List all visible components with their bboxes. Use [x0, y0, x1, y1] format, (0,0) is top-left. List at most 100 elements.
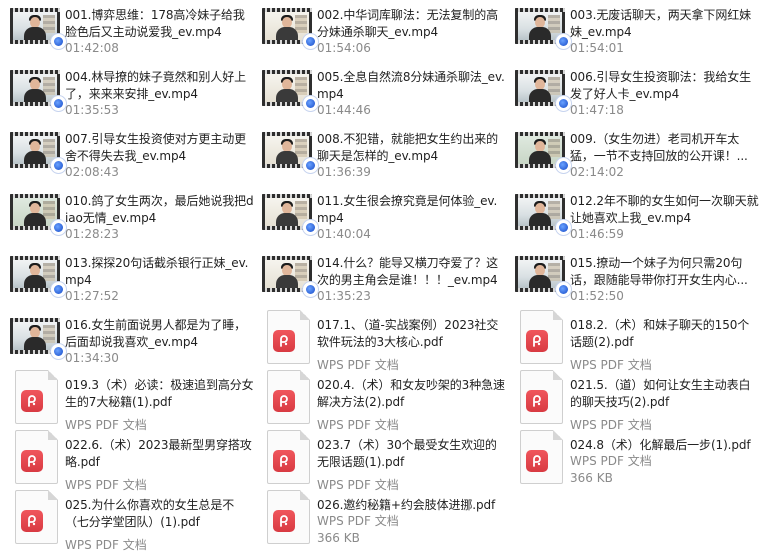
- file-item[interactable]: 010.鸽了女生两次，最后她说我把diao无情_ev.mp4 01:28:23: [3, 186, 257, 242]
- pdf-file-icon: [15, 370, 58, 424]
- file-item[interactable]: 006.引导女生投资聊法：我给女生发了好人卡_ev.mp4 01:47:18: [508, 62, 762, 118]
- play-badge-icon: [303, 96, 318, 111]
- file-item[interactable]: 023.7（术）30个最受女生欢迎的无限话题(1).pdf WPS PDF 文档: [255, 430, 509, 492]
- file-name: 024.8（术）化解最后一步(1).pdf: [570, 438, 751, 452]
- file-name: 016.女生前面说男人都是为了睡，后面却说我喜欢_ev.mp4: [65, 318, 247, 349]
- video-thumbnail: [515, 70, 571, 111]
- file-duration: 01:54:01: [570, 41, 624, 55]
- file-item[interactable]: 018.2.（术）和妹子聊天的150个话题(2).pdf WPS PDF 文档: [508, 310, 762, 372]
- play-badge-icon: [303, 34, 318, 49]
- play-badge-icon: [556, 96, 571, 111]
- video-thumbnail: [10, 318, 66, 359]
- file-item[interactable]: 021.5.（道）如何让女生主动表白的聊天技巧(2).pdf WPS PDF 文…: [508, 370, 762, 432]
- pdf-file-icon: [267, 310, 310, 364]
- file-duration: 01:35:23: [317, 289, 371, 303]
- file-item[interactable]: 024.8（术）化解最后一步(1).pdf WPS PDF 文档 366 KB: [508, 430, 762, 486]
- file-item[interactable]: 003.无废话聊天，两天拿下网红妹妹_ev.mp4 01:54:01: [508, 0, 762, 56]
- file-duration: 01:28:23: [65, 227, 119, 241]
- file-name: 010.鸽了女生两次，最后她说我把diao无情_ev.mp4: [65, 194, 254, 225]
- file-duration: 01:52:50: [570, 289, 624, 303]
- file-name: 005.全息自然流8分妹通杀聊法_ev.mp4: [317, 70, 505, 101]
- file-item[interactable]: 011.女生很会撩究竟是何体验_ev.mp4 01:40:04: [255, 186, 509, 242]
- file-type: WPS PDF 文档: [65, 538, 147, 552]
- file-name: 001.博弈思维：178高冷妹子给我脸色后又主动说爱我_ev.mp4: [65, 8, 245, 39]
- file-name: 002.中华词库聊法：无法复制的高分妹通杀聊天_ev.mp4: [317, 8, 499, 39]
- file-item[interactable]: 016.女生前面说男人都是为了睡，后面却说我喜欢_ev.mp4 01:34:30: [3, 310, 257, 366]
- file-size: 366 KB: [317, 531, 360, 545]
- play-badge-icon: [556, 158, 571, 173]
- file-name: 011.女生很会撩究竟是何体验_ev.mp4: [317, 194, 498, 225]
- file-name: 007.引导女生投资使对方更主动更舍不得失去我_ev.mp4: [65, 132, 247, 163]
- play-badge-icon: [51, 34, 66, 49]
- video-thumbnail: [262, 132, 318, 173]
- pdf-file-icon: [267, 370, 310, 424]
- file-item[interactable]: 022.6.（术）2023最新型男穿搭攻略.pdf WPS PDF 文档: [3, 430, 257, 492]
- file-name: 020.4.（术）和女友吵架的3种急速解决方法(2).pdf: [317, 378, 505, 409]
- file-duration: 01:42:08: [65, 41, 119, 55]
- play-badge-icon: [51, 282, 66, 297]
- file-name: 006.引导女生投资聊法：我给女生发了好人卡_ev.mp4: [570, 70, 752, 101]
- file-item[interactable]: 004.林导撩的妹子竟然和别人好上了，来来来安排_ev.mp4 01:35:53: [3, 62, 257, 118]
- video-thumbnail: [515, 256, 571, 297]
- file-name: 008.不犯错，就能把女生约出来的聊天是怎样的_ev.mp4: [317, 132, 499, 163]
- file-name: 014.什么？能导又横刀夺爱了？这次的男主角会是谁！！！_ev.mp4: [317, 256, 499, 287]
- video-thumbnail: [10, 194, 66, 235]
- file-item[interactable]: 015.撩动一个妹子为何只需20句话，跟随能导带你打开女生内心... 01:52…: [508, 248, 762, 304]
- file-name: 017.1、（道-实战案例）2023社交软件玩法的3大核心.pdf: [317, 318, 499, 349]
- file-name: 022.6.（术）2023最新型男穿搭攻略.pdf: [65, 438, 252, 469]
- file-name: 003.无废话聊天，两天拿下网红妹妹_ev.mp4: [570, 8, 752, 39]
- video-thumbnail: [515, 8, 571, 49]
- play-badge-icon: [51, 220, 66, 235]
- file-duration: 01:46:59: [570, 227, 624, 241]
- file-item[interactable]: 017.1、（道-实战案例）2023社交软件玩法的3大核心.pdf WPS PD…: [255, 310, 509, 372]
- file-item[interactable]: 008.不犯错，就能把女生约出来的聊天是怎样的_ev.mp4 01:36:39: [255, 124, 509, 180]
- file-grid: 001.博弈思维：178高冷妹子给我脸色后又主动说爱我_ev.mp4 01:42…: [0, 0, 782, 558]
- file-duration: 01:54:06: [317, 41, 371, 55]
- file-duration: 01:44:46: [317, 103, 371, 117]
- file-type: WPS PDF 文档: [570, 454, 652, 468]
- file-duration: 01:35:53: [65, 103, 119, 117]
- pdf-file-icon: [520, 370, 563, 424]
- file-item[interactable]: 001.博弈思维：178高冷妹子给我脸色后又主动说爱我_ev.mp4 01:42…: [3, 0, 257, 56]
- file-item[interactable]: 026.邀约秘籍+约会肢体进挪.pdf WPS PDF 文档 366 KB: [255, 490, 509, 546]
- video-thumbnail: [262, 256, 318, 297]
- pdf-file-icon: [520, 430, 563, 484]
- file-name: 009.（女生勿进）老司机开车太猛，一节不支持回放的公开课！...: [570, 132, 748, 163]
- video-thumbnail: [262, 70, 318, 111]
- file-item[interactable]: 025.为什么你喜欢的女生总是不（七分学堂团队）(1).pdf WPS PDF …: [3, 490, 257, 552]
- video-thumbnail: [10, 8, 66, 49]
- file-name: 015.撩动一个妹子为何只需20句话，跟随能导带你打开女生内心...: [570, 256, 748, 287]
- file-item[interactable]: 014.什么？能导又横刀夺爱了？这次的男主角会是谁！！！_ev.mp4 01:3…: [255, 248, 509, 304]
- file-item[interactable]: 013.探探20句话截杀银行正妹_ev.mp4 01:27:52: [3, 248, 257, 304]
- file-name: 021.5.（道）如何让女生主动表白的聊天技巧(2).pdf: [570, 378, 751, 409]
- file-item[interactable]: 002.中华词库聊法：无法复制的高分妹通杀聊天_ev.mp4 01:54:06: [255, 0, 509, 56]
- video-thumbnail: [262, 8, 318, 49]
- play-badge-icon: [51, 158, 66, 173]
- file-name: 026.邀约秘籍+约会肢体进挪.pdf: [317, 498, 496, 512]
- file-name: 012.2年不聊的女生如何一次聊天就让她喜欢上我_ev.mp4: [570, 194, 759, 225]
- file-item[interactable]: 020.4.（术）和女友吵架的3种急速解决方法(2).pdf WPS PDF 文…: [255, 370, 509, 432]
- play-badge-icon: [51, 96, 66, 111]
- video-thumbnail: [515, 132, 571, 173]
- file-item[interactable]: 012.2年不聊的女生如何一次聊天就让她喜欢上我_ev.mp4 01:46:59: [508, 186, 762, 242]
- file-name: 018.2.（术）和妹子聊天的150个话题(2).pdf: [570, 318, 750, 349]
- video-thumbnail: [515, 194, 571, 235]
- file-name: 004.林导撩的妹子竟然和别人好上了，来来来安排_ev.mp4: [65, 70, 247, 101]
- file-name: 019.3（术）必读：极速追到高分女生的7大秘籍(1).pdf: [65, 378, 254, 409]
- play-badge-icon: [556, 282, 571, 297]
- file-duration: 01:47:18: [570, 103, 624, 117]
- file-item[interactable]: 009.（女生勿进）老司机开车太猛，一节不支持回放的公开课！... 02:14:…: [508, 124, 762, 180]
- file-name: 013.探探20句话截杀银行正妹_ev.mp4: [65, 256, 249, 287]
- file-item[interactable]: 005.全息自然流8分妹通杀聊法_ev.mp4 01:44:46: [255, 62, 509, 118]
- file-duration: 02:08:43: [65, 165, 119, 179]
- file-item[interactable]: 019.3（术）必读：极速追到高分女生的7大秘籍(1).pdf WPS PDF …: [3, 370, 257, 432]
- play-badge-icon: [51, 344, 66, 359]
- file-item[interactable]: 007.引导女生投资使对方更主动更舍不得失去我_ev.mp4 02:08:43: [3, 124, 257, 180]
- pdf-file-icon: [267, 490, 310, 544]
- video-thumbnail: [10, 132, 66, 173]
- file-name: 025.为什么你喜欢的女生总是不（七分学堂团队）(1).pdf: [65, 498, 235, 529]
- play-badge-icon: [303, 158, 318, 173]
- file-size: 366 KB: [570, 471, 613, 485]
- play-badge-icon: [556, 34, 571, 49]
- file-duration: 02:14:02: [570, 165, 624, 179]
